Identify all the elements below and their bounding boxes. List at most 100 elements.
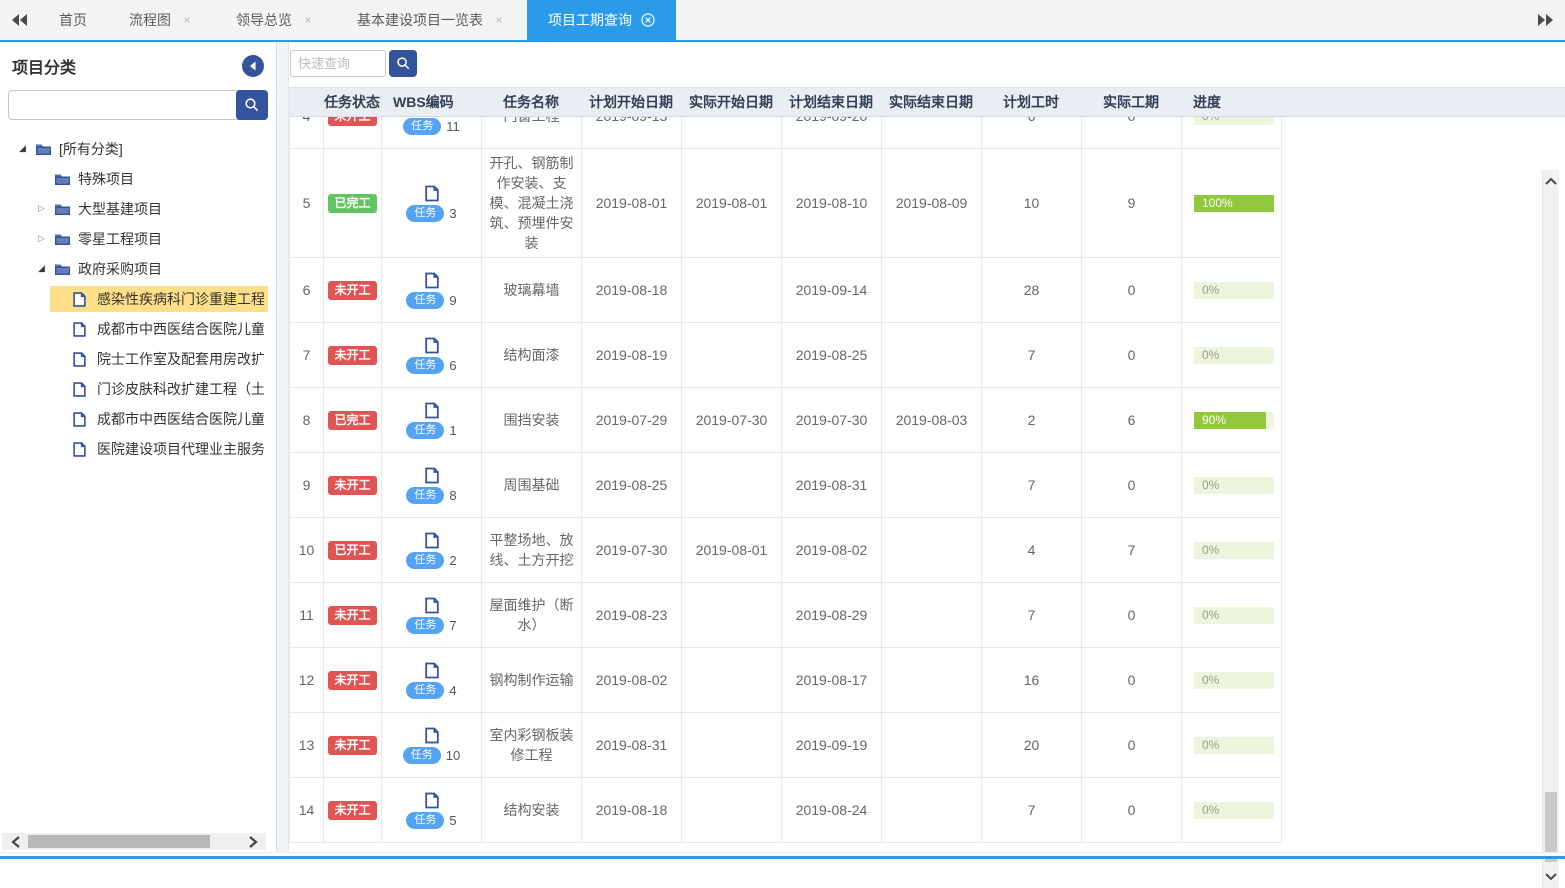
actual-start-date: 2019-08-01 — [682, 518, 782, 583]
tree-expander-icon[interactable] — [16, 142, 29, 156]
tree-item[interactable]: 特殊项目 — [8, 164, 268, 194]
tree-item[interactable]: 感染性疾病科门诊重建工程 — [8, 284, 268, 314]
plan-start-date: 2019-09-13 — [582, 117, 682, 149]
left-triangle-icon — [247, 60, 259, 72]
column-header[interactable]: 实际结束日期 — [881, 92, 981, 112]
category-search-button[interactable] — [236, 90, 268, 120]
scroll-down-arrow[interactable] — [1543, 866, 1559, 888]
category-search-input[interactable] — [8, 90, 268, 120]
task-name: 平整场地、放线、土方开挖 — [482, 518, 582, 583]
column-header[interactable]: 进度 — [1181, 92, 1281, 112]
table-row[interactable]: 4 未开工 任务 11 门窗工程 2019-09-13 2019-09-20 6 — [290, 117, 1282, 149]
tree-item-inner[interactable]: 感染性疾病科门诊重建工程 — [50, 286, 268, 312]
tab-close-icon[interactable] — [641, 13, 655, 27]
tree-item[interactable]: [所有分类] — [8, 134, 268, 164]
column-header[interactable]: 计划开始日期 — [581, 92, 681, 112]
tree-item[interactable]: 成都市中西医结合医院儿童康复A区文化 — [8, 404, 268, 434]
tree-item[interactable]: 门诊皮肤科改扩建工程（土建项目） — [8, 374, 268, 404]
scroll-tabs-right-button[interactable] — [1527, 0, 1565, 40]
tree-item-inner[interactable]: 成都市中西医结合医院儿童康复A区文化 — [50, 406, 268, 432]
column-header[interactable]: 计划工时 — [981, 92, 1081, 112]
task-type-badge: 任务 — [406, 682, 444, 699]
plan-start-date: 2019-07-30 — [582, 518, 682, 583]
tree-item-inner[interactable]: 医院建设项目代理业主服务 — [50, 436, 268, 462]
scroll-tabs-left-button[interactable] — [0, 0, 38, 40]
column-header[interactable]: 任务名称 — [481, 92, 581, 112]
tab-close-icon[interactable] — [492, 13, 506, 27]
table-row[interactable]: 8 已完工 任务 1 围挡安装 2019-07-29 2019-07-30 20… — [290, 388, 1282, 453]
tree-expander-icon[interactable] — [35, 232, 48, 246]
tree-item[interactable]: 政府采购项目 — [8, 254, 268, 284]
table-row[interactable]: 12 未开工 任务 4 钢构制作运输 2019-08-02 2019-08-17… — [290, 648, 1282, 713]
actual-duration: 0 — [1082, 453, 1182, 518]
column-header[interactable]: 计划结束日期 — [781, 92, 881, 112]
wbs-number: 2 — [449, 553, 456, 568]
tree-item[interactable]: 院士工作室及配套用房改扩建工程 — [8, 344, 268, 374]
tree-item-inner[interactable]: 成都市中西医结合医院儿童康复B区修缮 — [50, 316, 268, 342]
tree-item[interactable]: 医院建设项目代理业主服务 — [8, 434, 268, 464]
column-header[interactable]: WBS编码 — [381, 92, 481, 112]
tree-item-inner[interactable]: 特殊项目 — [31, 166, 268, 192]
task-file-icon — [425, 792, 439, 809]
progress-label: 0% — [1202, 738, 1219, 752]
tab-close-icon[interactable] — [180, 13, 194, 27]
scroll-right-arrow[interactable] — [240, 833, 266, 850]
actual-end-date: 2019-08-09 — [882, 149, 982, 258]
tree-item-inner[interactable]: 大型基建项目 — [31, 196, 268, 222]
vertical-scrollbar[interactable] — [1542, 170, 1559, 888]
tree-item[interactable]: 成都市中西医结合医院儿童康复B区修缮 — [8, 314, 268, 344]
tree-expander-icon — [35, 172, 48, 186]
tree-item-inner[interactable]: [所有分类] — [12, 136, 268, 162]
row-number: 13 — [290, 713, 324, 778]
tab[interactable]: 流程图 — [108, 0, 215, 40]
tab[interactable]: 领导总览 — [215, 0, 336, 40]
scroll-left-arrow[interactable] — [2, 833, 28, 850]
tree-expander-icon — [54, 442, 67, 456]
column-header[interactable]: 实际开始日期 — [681, 92, 781, 112]
table-row[interactable]: 11 未开工 任务 7 屋面维护（断水） 2019-08-23 2019-08-… — [290, 583, 1282, 648]
actual-start-date — [682, 648, 782, 713]
row-number: 4 — [290, 117, 324, 149]
plan-hours: 16 — [982, 648, 1082, 713]
table-row[interactable]: 9 未开工 任务 8 周围基础 2019-08-25 2019-08-31 7 — [290, 453, 1282, 518]
table-row[interactable]: 5 已完工 任务 3 开孔、钢筋制作安装、支模、混凝土浇筑、预埋件安装 2019… — [290, 149, 1282, 258]
plan-start-date: 2019-08-18 — [582, 778, 682, 843]
horizontal-scrollbar-thumb[interactable] — [28, 835, 210, 848]
tree-item[interactable]: 大型基建项目 — [8, 194, 268, 224]
tabbar-spacer — [676, 0, 1527, 40]
table-row[interactable]: 10 已开工 任务 2 平整场地、放线、土方开挖 2019-07-30 2019… — [290, 518, 1282, 583]
scroll-up-arrow[interactable] — [1543, 170, 1559, 192]
horizontal-scrollbar-track[interactable] — [28, 835, 240, 848]
tree-expander-icon[interactable] — [35, 262, 48, 276]
column-header[interactable]: 任务状态 — [323, 92, 381, 112]
status-badge: 未开工 — [328, 281, 376, 300]
quick-search-button[interactable] — [389, 50, 417, 77]
task-file-icon — [425, 467, 439, 484]
task-name: 结构面漆 — [482, 323, 582, 388]
tree-item-inner[interactable]: 院士工作室及配套用房改扩建工程 — [50, 346, 268, 372]
actual-duration: 0 — [1082, 117, 1182, 149]
quick-search-input[interactable] — [290, 50, 386, 77]
tree-item-inner[interactable]: 政府采购项目 — [31, 256, 268, 282]
tab[interactable]: 项目工期查询 — [527, 0, 676, 40]
table-row[interactable]: 7 未开工 任务 6 结构面漆 2019-08-19 2019-08-25 7 — [290, 323, 1282, 388]
tree-item-inner[interactable]: 门诊皮肤科改扩建工程（土建项目） — [50, 376, 268, 402]
table-row[interactable]: 14 未开工 任务 5 结构安装 2019-08-18 2019-08-24 7 — [290, 778, 1282, 843]
tree-item-label: 成都市中西医结合医院儿童康复B区修缮 — [97, 319, 264, 339]
task-type-badge: 任务 — [403, 747, 441, 764]
tree-expander-icon[interactable] — [35, 202, 48, 216]
tree-item[interactable]: 零星工程项目 — [8, 224, 268, 254]
table-row[interactable]: 13 未开工 任务 10 室内彩钢板装修工程 2019-08-31 2019-0… — [290, 713, 1282, 778]
tree-item-inner[interactable]: 零星工程项目 — [31, 226, 268, 252]
tab[interactable]: 基本建设项目一览表 — [336, 0, 527, 40]
sidebar-horizontal-scrollbar[interactable] — [2, 833, 266, 850]
tab[interactable]: 首页 — [38, 0, 108, 40]
panel-splitter[interactable] — [277, 42, 289, 854]
sidebar-title: 项目分类 — [12, 54, 76, 78]
sidebar-collapse-button[interactable] — [242, 55, 264, 77]
table-row[interactable]: 6 未开工 任务 9 玻璃幕墙 2019-08-18 2019-09-14 28 — [290, 258, 1282, 323]
tab-close-icon[interactable] — [301, 13, 315, 27]
progress-bar: 0% — [1194, 117, 1274, 125]
tasks-table: 4 未开工 任务 11 门窗工程 2019-09-13 2019-09-20 6 — [289, 117, 1282, 843]
column-header[interactable]: 实际工期 — [1081, 92, 1181, 112]
